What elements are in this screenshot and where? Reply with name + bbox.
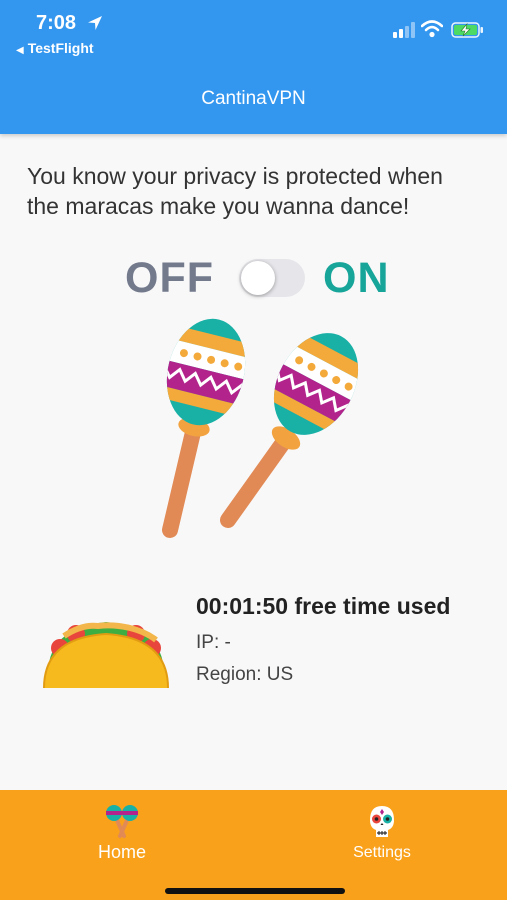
app-header: 7:08 ◀ TestFlight CantinaVPN	[0, 0, 507, 134]
location-arrow-icon	[88, 16, 102, 30]
back-arrow-icon: ◀	[16, 45, 24, 56]
off-label: OFF	[125, 254, 214, 302]
back-to-testflight-link[interactable]: ◀ TestFlight	[16, 40, 94, 56]
privacy-tagline: You know your privacy is protected when …	[27, 163, 443, 219]
nav-home-label: Home	[97, 842, 146, 862]
connection-status: 00:01:50 free time used IP: - Region: US	[196, 590, 486, 686]
region-label: Region: US	[196, 664, 294, 685]
bottom-navigation: Home Settings	[0, 790, 507, 900]
vpn-toggle-switch[interactable]	[239, 259, 305, 297]
battery-charging-icon	[451, 22, 483, 38]
status-time: 7:08	[36, 12, 77, 34]
cellular-signal-icon	[393, 22, 415, 38]
app-title: CantinaVPN	[201, 88, 306, 109]
on-label: ON	[323, 254, 390, 302]
free-time-used: 00:01:50 free time used	[196, 593, 451, 619]
maracas-icon	[106, 805, 138, 838]
wifi-icon	[421, 20, 443, 38]
taco-icon	[43, 622, 169, 689]
sugar-skull-icon	[370, 806, 394, 837]
nav-settings-tab[interactable]: Settings	[302, 804, 462, 862]
vpn-toggle-row: OFF ON	[125, 250, 415, 306]
ip-address: IP: -	[196, 632, 231, 653]
home-indicator[interactable]	[165, 888, 345, 894]
toggle-knob[interactable]	[241, 261, 275, 295]
nav-settings-label: Settings	[353, 844, 411, 861]
back-app-label: TestFlight	[27, 40, 94, 56]
maracas-icon	[156, 318, 375, 538]
nav-home-tab[interactable]: Home	[42, 804, 202, 863]
